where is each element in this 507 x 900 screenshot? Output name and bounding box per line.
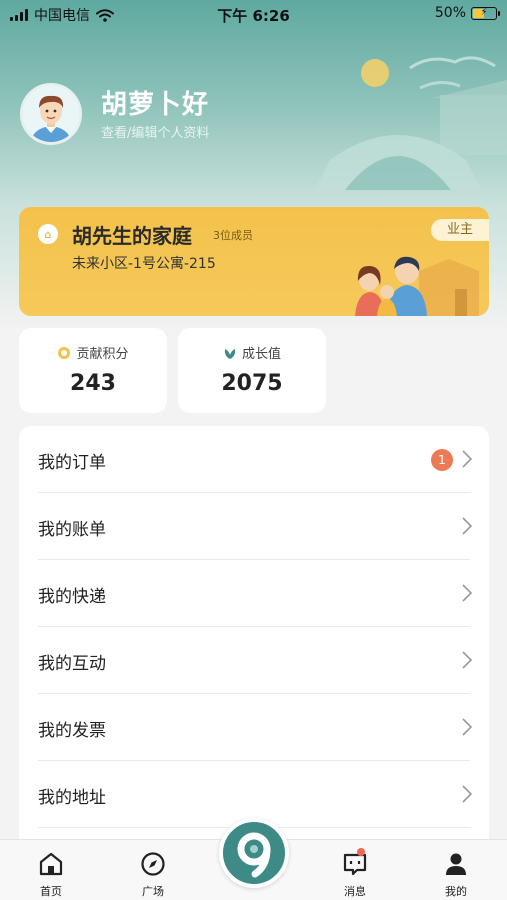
nav-square[interactable]: 广场 bbox=[118, 840, 188, 900]
menu-item-label: 我的快递 bbox=[38, 587, 106, 607]
unread-dot bbox=[357, 848, 365, 856]
chevron-right-icon bbox=[462, 718, 472, 736]
battery-percent: 50% bbox=[434, 5, 466, 21]
nav-label: 广场 bbox=[142, 885, 164, 898]
family-illustration bbox=[355, 256, 479, 316]
menu-item-label: 我的发票 bbox=[38, 721, 106, 741]
chevron-right-icon bbox=[462, 651, 472, 669]
edit-profile-link[interactable]: 查看/编辑个人资料 bbox=[101, 122, 209, 141]
family-card[interactable]: ⌂ 胡先生的家庭 3位成员 未来小区-1号公寓-215 业主 bbox=[19, 207, 489, 316]
menu-item-invoices[interactable]: 我的发票 bbox=[19, 694, 489, 761]
nav-messages[interactable]: 消息 bbox=[320, 840, 390, 900]
order-count-badge: 1 bbox=[431, 449, 453, 471]
nav-label: 我的 bbox=[445, 885, 467, 898]
user-avatar-icon bbox=[23, 86, 79, 142]
status-bar: 中国电信 下午 6:26 50% ⚡ bbox=[0, 0, 507, 28]
sprout-icon bbox=[224, 348, 236, 359]
stat-label: 成长值 bbox=[241, 347, 281, 362]
owner-tag: 业主 bbox=[431, 219, 489, 241]
greeting-title: 胡萝卜好 bbox=[101, 90, 210, 120]
home-icon bbox=[39, 852, 63, 876]
chevron-right-icon bbox=[462, 517, 472, 535]
menu-item-label: 我的订单 bbox=[38, 453, 106, 473]
nav-center-button[interactable] bbox=[219, 818, 289, 888]
compass-icon bbox=[141, 852, 165, 876]
menu-list: 我的订单 1 我的账单 我的快递 我的互动 我的发票 我的地址 bbox=[19, 426, 489, 856]
nav-label: 消息 bbox=[344, 885, 366, 898]
menu-item-orders[interactable]: 我的订单 1 bbox=[19, 426, 489, 493]
coin-icon bbox=[58, 346, 71, 359]
bridge-illustration bbox=[315, 56, 507, 190]
menu-item-express[interactable]: 我的快递 bbox=[19, 560, 489, 627]
battery-icon: ⚡ bbox=[471, 6, 500, 20]
status-time: 下午 6:26 bbox=[217, 7, 290, 25]
menu-item-bills[interactable]: 我的账单 bbox=[19, 493, 489, 560]
nav-home[interactable]: 首页 bbox=[16, 840, 86, 900]
chevron-right-icon bbox=[462, 584, 472, 602]
family-address: 未来小区-1号公寓-215 bbox=[72, 256, 216, 272]
nav-mine[interactable]: 我的 bbox=[421, 840, 491, 900]
chevron-right-icon bbox=[462, 450, 472, 468]
menu-item-interactions[interactable]: 我的互动 bbox=[19, 627, 489, 694]
home-badge-icon: ⌂ bbox=[38, 224, 58, 244]
menu-item-label: 我的账单 bbox=[38, 520, 106, 540]
stat-value: 243 bbox=[70, 371, 116, 396]
avatar[interactable] bbox=[20, 83, 82, 145]
nav-label: 首页 bbox=[40, 885, 62, 898]
family-name: 胡先生的家庭 bbox=[72, 224, 192, 248]
menu-item-label: 我的互动 bbox=[38, 654, 106, 674]
menu-item-label: 我的地址 bbox=[38, 788, 106, 808]
message-icon bbox=[343, 853, 367, 876]
contribution-points-card[interactable]: 贡献积分 243 bbox=[19, 328, 167, 413]
family-member-count: 3位成员 bbox=[213, 229, 253, 242]
logo-icon bbox=[237, 832, 271, 878]
growth-value-card[interactable]: 成长值 2075 bbox=[178, 328, 326, 413]
user-icon bbox=[446, 853, 466, 875]
stat-label: 贡献积分 bbox=[76, 347, 129, 362]
chevron-right-icon bbox=[462, 785, 472, 803]
stat-value: 2075 bbox=[221, 371, 283, 396]
